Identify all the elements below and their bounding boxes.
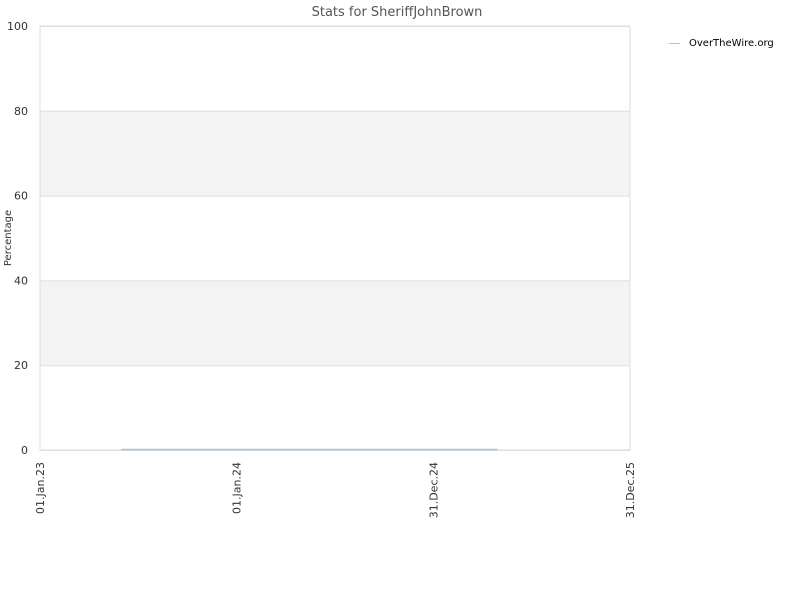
y-tick-label: 40 xyxy=(14,274,28,287)
y-tick-label: 20 xyxy=(14,359,28,372)
y-tick-label: 80 xyxy=(14,105,28,118)
grid-lines xyxy=(40,26,630,451)
y-tick-label: 60 xyxy=(14,190,28,203)
chart-title: Stats for SheriffJohnBrown xyxy=(312,5,483,20)
y-tick-label: 0 xyxy=(21,444,28,457)
x-tick-label: 01.Jan.23 xyxy=(34,462,47,514)
plot-bands xyxy=(40,110,630,366)
x-tick-label: 31.Dec.24 xyxy=(427,462,440,518)
plot-frame xyxy=(39,25,631,451)
plot-band xyxy=(40,110,630,196)
y-tick-label: 100 xyxy=(7,20,28,33)
x-tick-label: 01.Jan.24 xyxy=(231,462,244,514)
legend[interactable]: OverTheWire.org xyxy=(669,38,774,49)
x-axis-ticks: 01.Jan.23 01.Jan.24 31.Dec.24 31.Dec.25 xyxy=(34,462,637,518)
x-tick-label: 31.Dec.25 xyxy=(624,462,637,518)
y-axis-label: Percentage xyxy=(3,210,14,266)
legend-label: OverTheWire.org xyxy=(689,38,774,49)
chart: 0 20 40 60 80 100 01.Jan.23 01.Jan.24 31.Dec.24… xyxy=(3,5,774,518)
plot-band xyxy=(40,280,630,366)
